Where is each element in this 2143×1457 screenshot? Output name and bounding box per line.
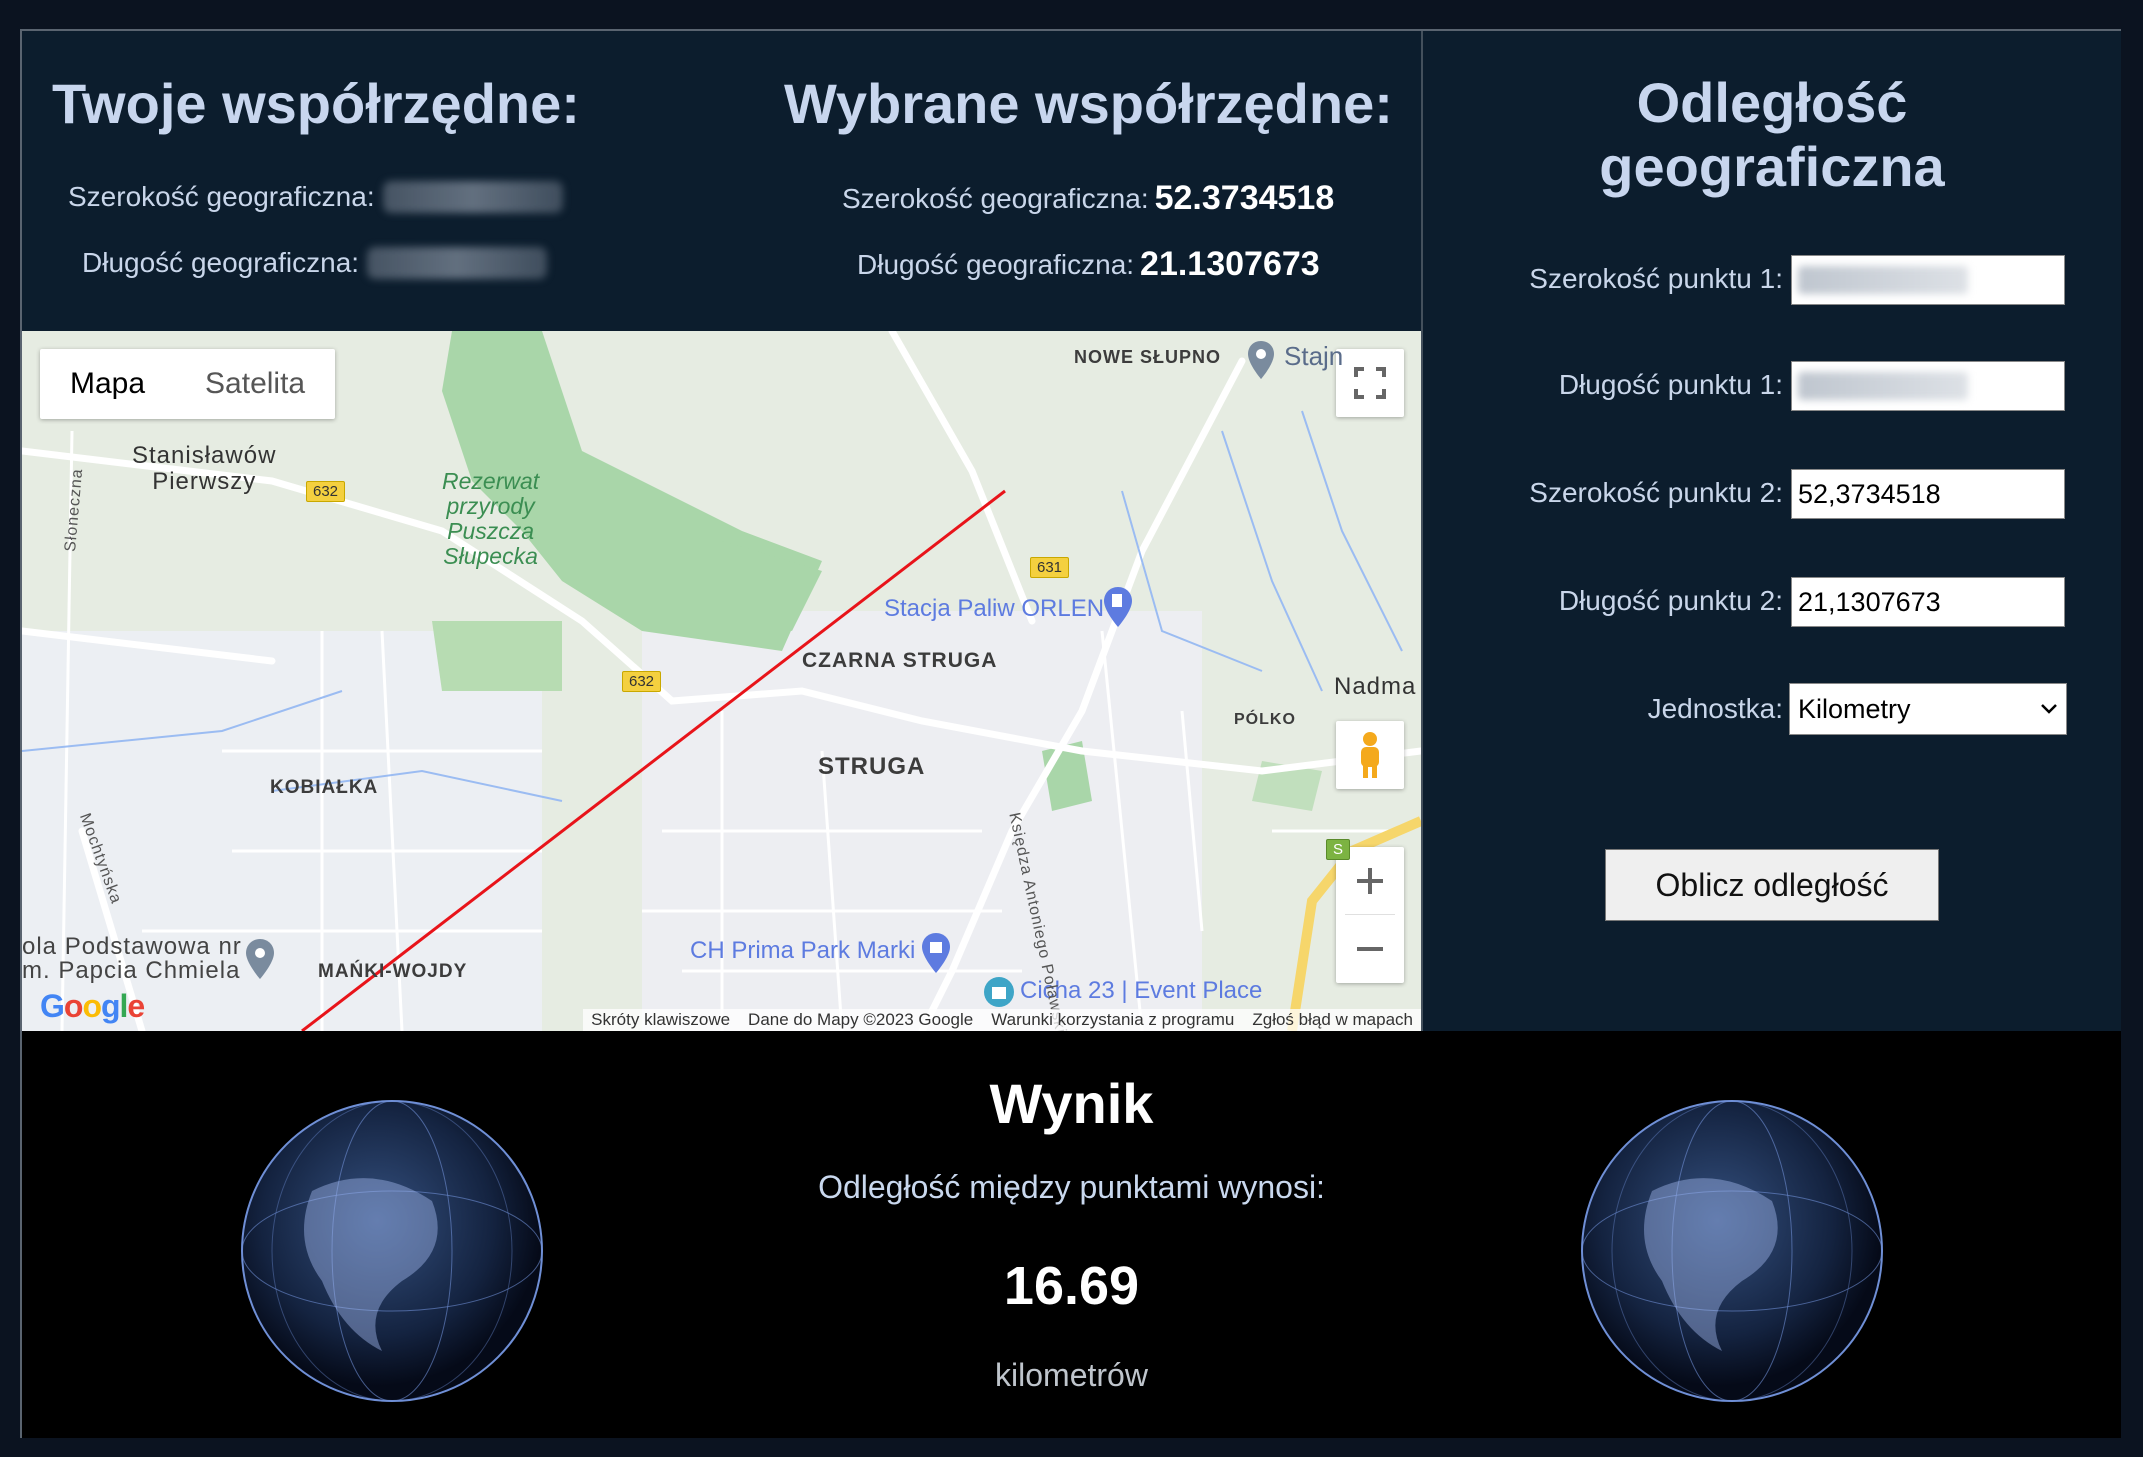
zoom-out-button[interactable] [1355,915,1385,983]
p2-lat-input[interactable]: 52,3734518 [1791,469,2065,519]
label-rezerwat: Rezerwat przyrody Puszcza Słupecka [442,468,540,569]
label-czarna-struga: CZARNA STRUGA [802,649,998,672]
your-lat-value-redacted [382,181,563,213]
result-panel: Wynik Odległość między punktami wynosi: … [22,1031,2121,1438]
fullscreen-icon [1354,367,1386,399]
selected-lng-row: Długość geograficzna: 21.1307673 [857,245,1320,284]
pegman-icon [1361,732,1379,778]
road-badge-632a: 632 [306,481,346,502]
p1-lat-value-redacted [1798,266,1968,294]
street-view-button[interactable] [1336,721,1404,789]
globe-right-icon [1581,1100,1883,1402]
label-prima-park: CH Prima Park Marki [690,937,916,964]
school-pin-icon[interactable] [244,937,276,981]
map-type-map-button[interactable]: Mapa [40,349,175,419]
map-data-credit: Dane do Mapy ©2023 Google [748,1010,974,1029]
map-canvas[interactable] [22,331,1421,1031]
selected-lat-row: Szerokość geograficzna: 52.3734518 [842,179,1334,218]
selected-lat-label: Szerokość geograficzna: [842,182,1149,214]
report-error-link[interactable]: Zgłoś błąd w mapach [1252,1010,1413,1030]
map-type-control[interactable]: Mapa Satelita [40,349,336,419]
google-logo: Google [40,988,145,1024]
map-pin-icon[interactable] [1246,339,1276,381]
your-lng-label: Długość geograficzna: [82,247,360,278]
zoom-control[interactable] [1336,847,1404,983]
label-struga: STRUGA [818,753,926,780]
app-frame: Twoje współrzędne: Szerokość geograficzn… [20,29,2121,1438]
label-nowe-slupno: NOWE SŁUPNO [1074,347,1222,367]
your-lng-row: Długość geograficzna: [82,247,548,279]
road-badge-s: S [1326,839,1351,860]
coordinates-panel: Twoje współrzędne: Szerokość geograficzn… [22,31,1421,331]
google-map[interactable]: Mapa Satelita Stanisławów Pierwszy Rezer… [22,331,1421,1031]
label-stanislawow: Stanisławów Pierwszy [132,442,277,495]
p1-lat-input[interactable] [1791,255,2065,305]
plus-icon [1357,867,1383,894]
label-polko: PÓLKO [1234,711,1296,728]
p1-lng-label: Długość punktu 1: [1558,369,1783,400]
p1-lng-value-redacted [1798,372,1968,400]
event-place-icon[interactable] [982,975,1016,1009]
unit-label: Jednostka: [1647,693,1783,724]
your-lat-label: Szerokość geograficzna: [68,181,375,212]
unit-select[interactable]: Kilometry [1789,683,2067,735]
p2-lng-label: Długość punktu 2: [1558,585,1783,616]
road-badge-631: 631 [1030,557,1070,578]
p2-lat-label: Szerokość punktu 2: [1529,477,1783,508]
label-stajnia: Stajn [1284,341,1344,371]
selected-lng-label: Długość geograficzna: [857,248,1135,280]
p2-lng-input[interactable]: 21,1307673 [1791,577,2065,627]
unit-selected-value: Kilometry [1798,694,1911,724]
label-kobialka: KOBIAŁKA [270,777,379,798]
calculate-distance-button[interactable]: Oblicz odległość [1605,849,1939,921]
zoom-in-button[interactable] [1345,847,1395,915]
your-coords-title: Twoje współrzędne: [52,72,580,135]
terms-link[interactable]: Warunki korzystania z programu [991,1010,1234,1030]
map-attribution: Skróty klawiszowe Dane do Mapy ©2023 Goo… [583,1009,1421,1031]
keyboard-shortcuts-link[interactable]: Skróty klawiszowe [591,1010,730,1030]
map-type-satellite-button[interactable]: Satelita [175,349,335,419]
your-lng-value-redacted [367,247,548,279]
your-lat-row: Szerokość geograficzna: [68,181,563,213]
shopping-pin-icon[interactable] [920,931,952,975]
fuel-station-pin-icon[interactable] [1102,585,1134,629]
calculator-title-line1: Odległość [1636,71,1908,134]
calculator-panel: Odległość geograficzna Szerokość punktu … [1423,31,2121,1031]
chevron-down-icon [2041,704,2057,714]
label-szkola: ola Podstawowa nr m. Papcia Chmiela [22,933,242,984]
selected-coords-title: Wybrane współrzędne: [784,72,1393,135]
label-orlen: Stacja Paliw ORLEN [884,595,1105,622]
label-manki-wojdy: MAŃKI-WOJDY [318,961,468,982]
label-nadma: Nadma [1334,673,1417,700]
minus-icon [1357,947,1383,951]
p1-lng-input[interactable] [1791,361,2065,411]
selected-lat-value: 52.3734518 [1154,179,1335,217]
selected-lng-value: 21.1307673 [1140,245,1320,283]
calculator-title-line2: geograficzna [1599,135,1945,198]
fullscreen-button[interactable] [1336,349,1404,417]
road-badge-632b: 632 [622,671,662,692]
calculator-title: Odległość geograficzna [1423,71,2121,199]
p1-lat-label: Szerokość punktu 1: [1529,263,1783,294]
